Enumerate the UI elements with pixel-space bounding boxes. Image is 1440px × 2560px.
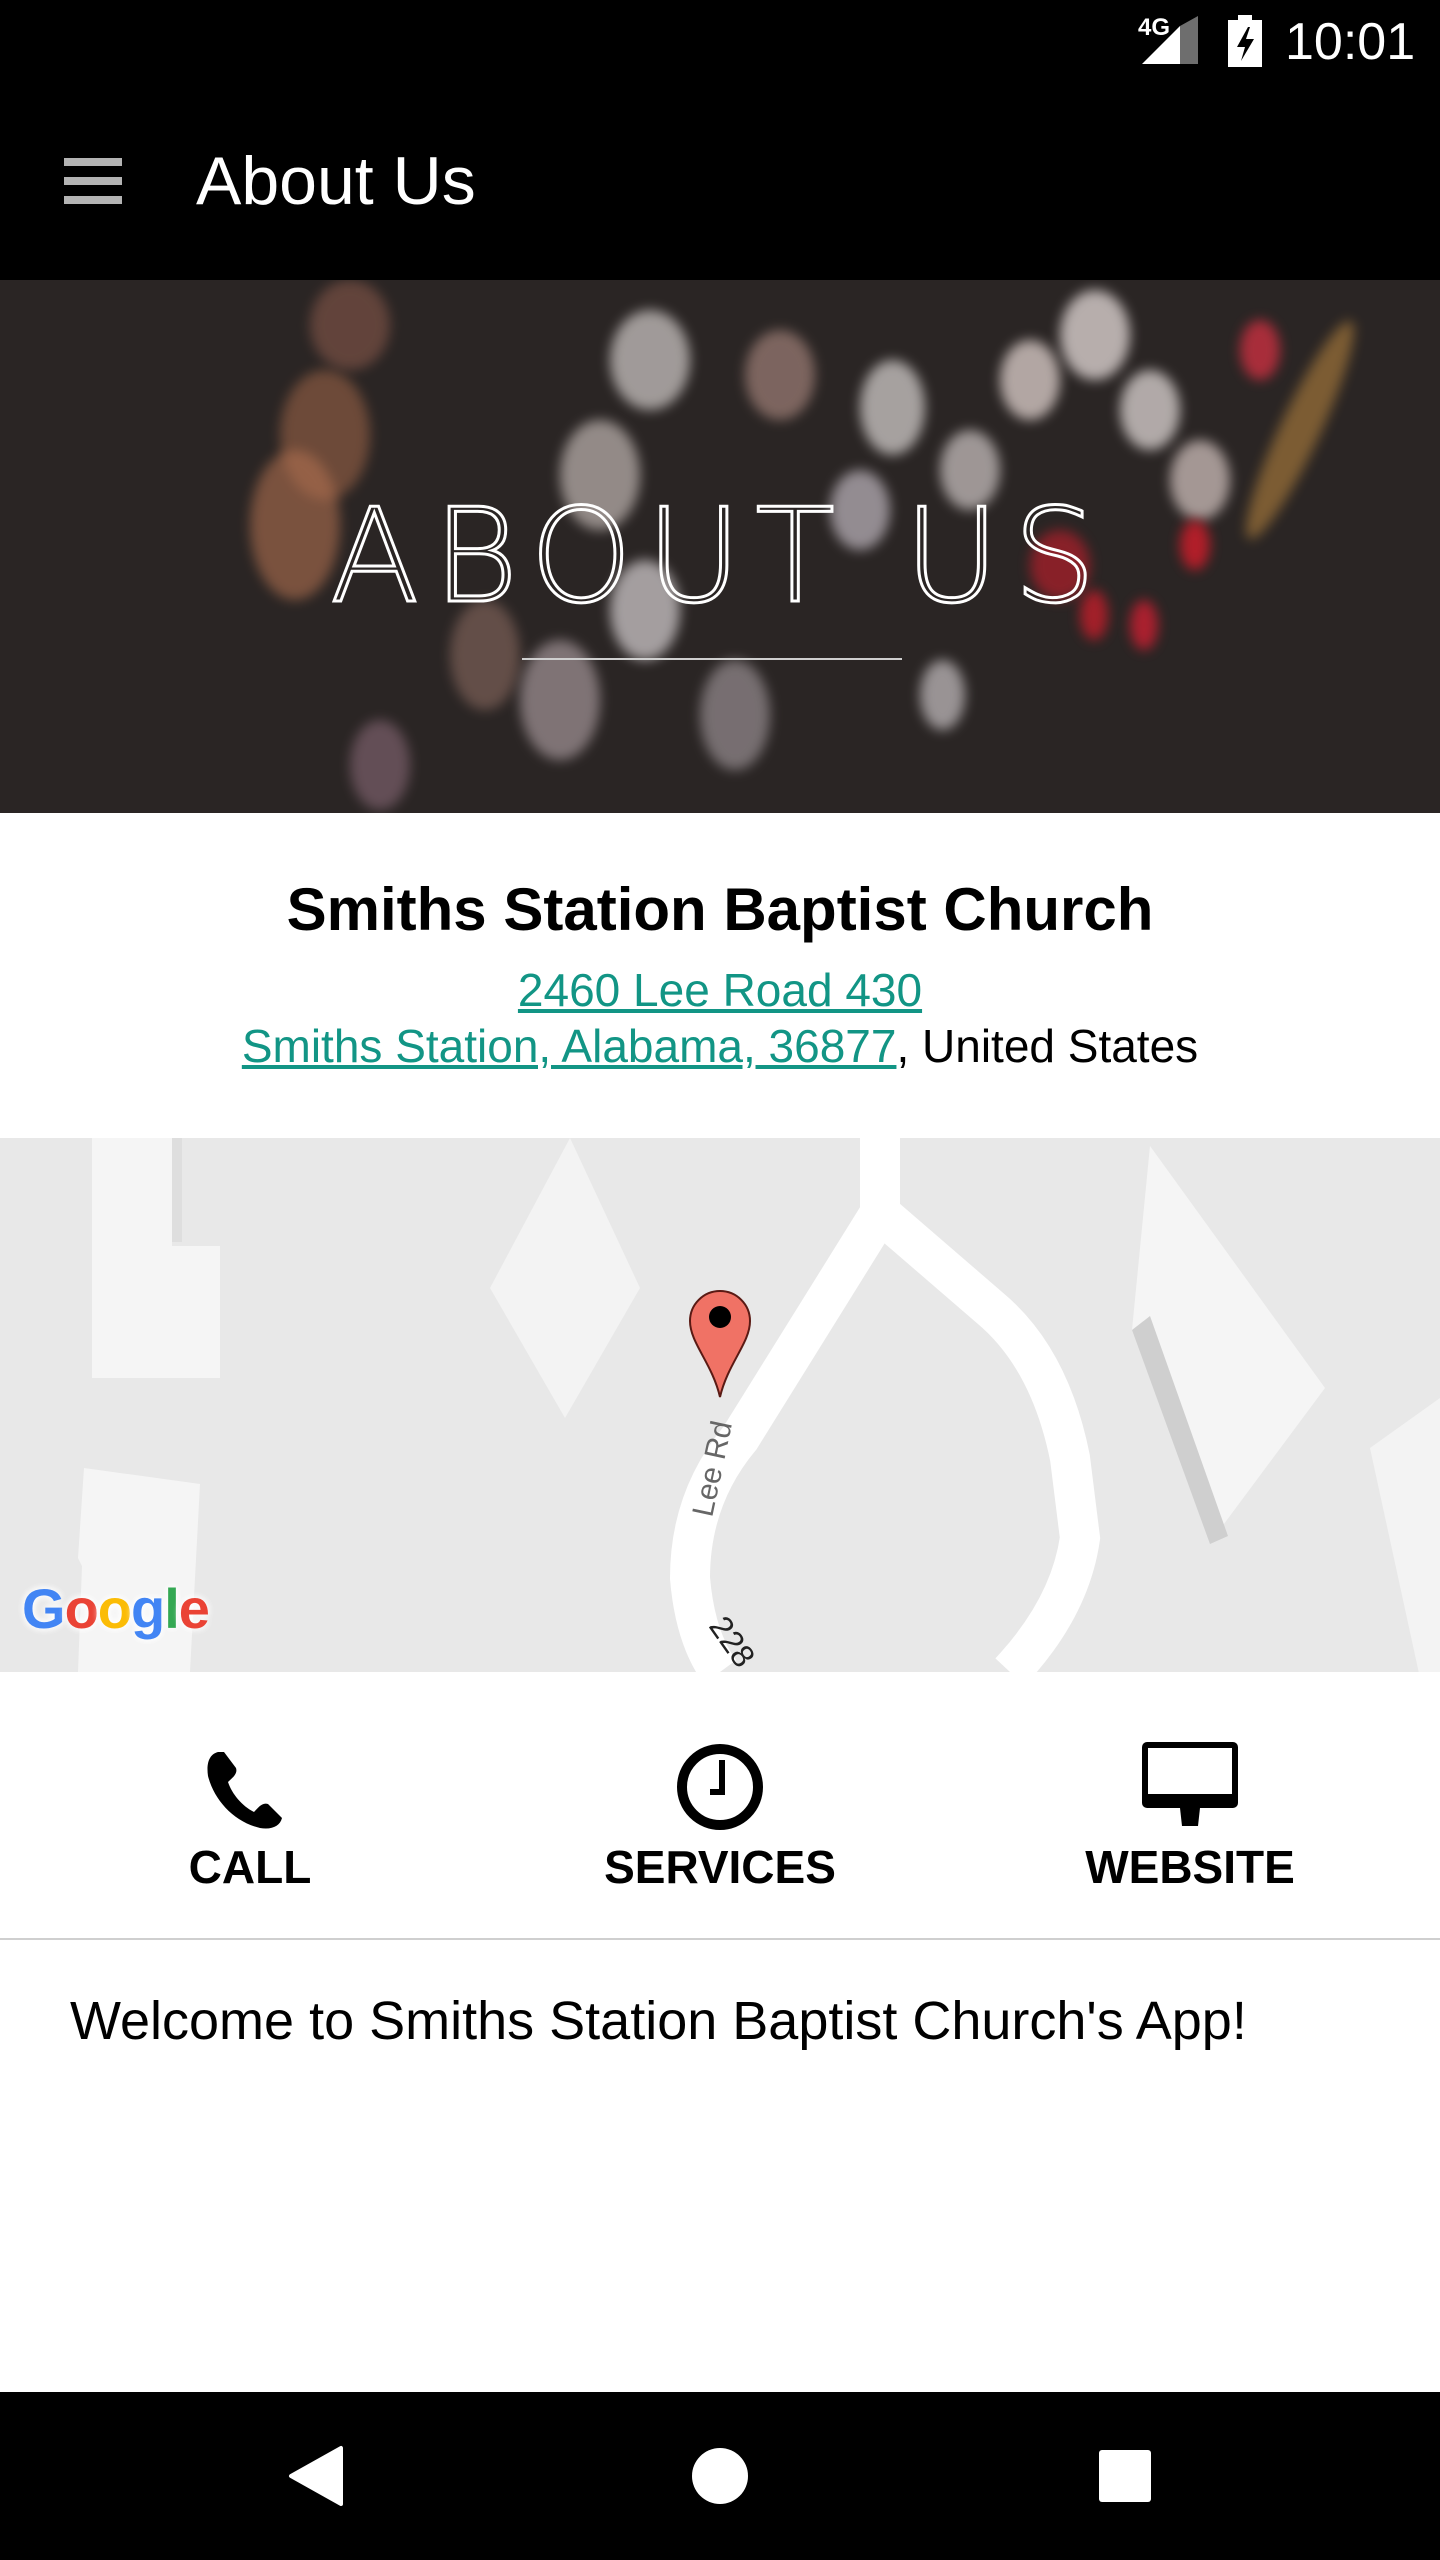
map-building [490, 1138, 640, 1418]
banner-title: ABOUT US [329, 479, 1110, 634]
address-country: , United States [896, 1020, 1199, 1072]
map-road-loop [866, 1197, 1101, 1672]
map-canvas: Lee Rd 228 [78, 1138, 1440, 1672]
page-title: About Us [196, 143, 476, 219]
signal-icon [1142, 16, 1198, 64]
address-line2-link[interactable]: Smiths Station, Alabama, 36877 [242, 1020, 897, 1072]
status-bar: 4G 10:01 [0, 0, 1440, 88]
banner-divider [522, 658, 902, 660]
map-location-marker[interactable] [688, 1290, 752, 1398]
hamburger-menu-icon[interactable] [56, 150, 130, 214]
services-button[interactable]: SERVICES [480, 1672, 960, 1938]
google-logo-letter: G [22, 1577, 66, 1640]
clock-time: 10:01 [1285, 13, 1416, 71]
map-building-shadow [172, 1138, 182, 1242]
google-logo-letter: o [97, 1577, 132, 1640]
google-logo-letter: e [178, 1577, 210, 1640]
clock-icon [677, 1744, 763, 1830]
desktop-monitor-icon [1142, 1742, 1238, 1826]
church-info: Smiths Station Baptist Church 2460 Lee R… [0, 813, 1440, 1138]
map-building [78, 1468, 200, 1672]
welcome-text: Welcome to Smiths Station Baptist Church… [70, 1991, 1247, 2051]
app-bar: About Us [0, 88, 1440, 280]
call-label: CALL [188, 1841, 312, 1893]
google-logo-letter: g [131, 1577, 165, 1640]
about-us-banner: ABOUT US [0, 280, 1440, 813]
map-road-lee-rd [669, 1138, 900, 1672]
google-logo-letter: l [164, 1577, 180, 1640]
website-button[interactable]: WEBSITE [950, 1672, 1430, 1938]
back-icon[interactable] [265, 2426, 365, 2526]
map-building [1132, 1146, 1325, 1536]
phone-icon [207, 1752, 282, 1829]
map-view[interactable]: Lee Rd 228 Google [0, 1138, 1440, 1672]
website-label: WEBSITE [1085, 1841, 1295, 1893]
map-building [1370, 1398, 1440, 1672]
services-label: SERVICES [604, 1841, 836, 1893]
system-navigation-bar [0, 2392, 1440, 2560]
google-logo: Google [22, 1576, 210, 1641]
google-logo-letter: o [64, 1577, 99, 1640]
recents-icon[interactable] [1075, 2426, 1175, 2526]
action-buttons: CALL SERVICES WEBSITE [0, 1672, 1440, 1940]
home-icon[interactable] [670, 2426, 770, 2526]
address-line1-link[interactable]: 2460 Lee Road 430 [518, 964, 922, 1016]
call-button[interactable]: CALL [10, 1672, 490, 1938]
map-building [92, 1138, 220, 1378]
church-name: Smiths Station Baptist Church [286, 876, 1154, 943]
battery-charging-icon [1228, 15, 1262, 67]
